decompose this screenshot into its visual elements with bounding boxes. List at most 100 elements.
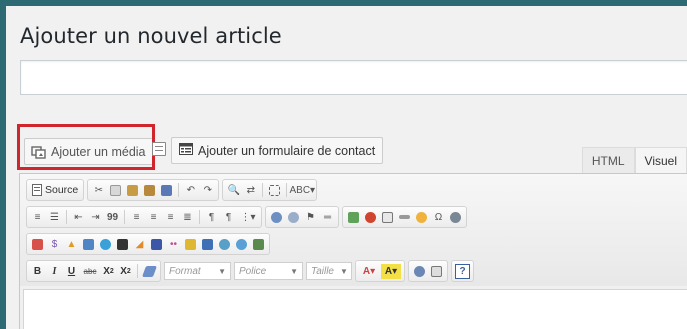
tab-visual[interactable]: Visuel	[634, 147, 687, 173]
superscript-button[interactable]: X2	[118, 264, 133, 279]
smiley-icon[interactable]	[414, 210, 429, 225]
add-media-label: Ajouter un média	[51, 144, 146, 159]
select-all-icon[interactable]	[267, 183, 282, 198]
language-icon[interactable]: ⋮▾	[238, 210, 258, 225]
link-icon[interactable]	[269, 210, 284, 225]
text-color-button[interactable]: A ▾	[359, 264, 379, 279]
chevron-down-icon: ▼	[290, 266, 298, 276]
text-style-group: B I U abc X2 X2	[26, 260, 161, 282]
editor-tabs: HTML Visuel	[581, 147, 687, 173]
anchor-icon[interactable]: ⚑	[303, 210, 318, 225]
form-small-icon[interactable]	[152, 142, 166, 156]
superscript-x: X	[120, 265, 127, 277]
indent-icon[interactable]: ⇥	[88, 210, 103, 225]
align-right-icon[interactable]: ≡	[163, 210, 178, 225]
cut-icon[interactable]: ✂	[91, 183, 106, 198]
plugin-icon-7[interactable]: ◢	[132, 237, 147, 252]
underline-button[interactable]: U	[64, 264, 79, 279]
rich-text-editor: Source ✂ ↶ ↷ 🔍 ⇄ ABC▾ ≡ ☰ ⇤ ⇥ 99 ≡ ≡ ≡ ≣…	[19, 173, 687, 329]
source-group: Source	[26, 179, 85, 201]
bg-color-button[interactable]: A ▾	[381, 263, 401, 279]
tab-html[interactable]: HTML	[581, 147, 635, 173]
subscript-button[interactable]: X2	[101, 264, 116, 279]
spellcheck-icon[interactable]: ABC▾	[289, 183, 315, 198]
font-select[interactable]: Police ▼	[234, 262, 303, 280]
horizontal-rule-icon[interactable]: ═	[320, 210, 335, 225]
align-center-icon[interactable]: ≡	[146, 210, 161, 225]
separator	[286, 183, 288, 197]
plugin-icon-4[interactable]	[81, 237, 96, 252]
replace-icon[interactable]: ⇄	[243, 183, 258, 198]
plugin-icon-11[interactable]	[200, 237, 215, 252]
insert-group: Ω	[342, 206, 467, 228]
plugin-icon-14[interactable]	[251, 237, 266, 252]
table-icon[interactable]	[380, 210, 395, 225]
plugin-icon-2[interactable]: $	[47, 237, 62, 252]
add-contact-form-button[interactable]: Ajouter un formulaire de contact	[171, 137, 384, 164]
link-group: ⚑ ═	[265, 206, 339, 228]
rtl-icon[interactable]: ¶	[221, 210, 236, 225]
editor-toolbar: Source ✂ ↶ ↷ 🔍 ⇄ ABC▾ ≡ ☰ ⇤ ⇥ 99 ≡ ≡ ≡ ≣…	[20, 174, 687, 286]
plugin-icon-13[interactable]	[234, 237, 249, 252]
separator	[66, 210, 67, 224]
source-icon	[32, 184, 42, 196]
editor-content-area[interactable]	[23, 289, 687, 329]
special-char-icon[interactable]: Ω	[431, 210, 446, 225]
find-icon[interactable]: 🔍	[226, 183, 241, 198]
paragraph-group: ≡ ☰ ⇤ ⇥ 99 ≡ ≡ ≡ ≣ ¶ ¶ ⋮▾	[26, 206, 262, 228]
remove-format-icon[interactable]	[141, 264, 158, 279]
form-icon	[179, 143, 193, 158]
strikethrough-button[interactable]: abc	[81, 264, 99, 279]
plugin-icon-12[interactable]	[217, 237, 232, 252]
outdent-icon[interactable]: ⇤	[71, 210, 86, 225]
plugin-icon-9[interactable]: ••	[166, 237, 181, 252]
media-icon	[31, 145, 47, 159]
flash-icon[interactable]	[363, 210, 378, 225]
numbered-list-icon[interactable]: ≡	[30, 210, 45, 225]
copy-icon[interactable]	[108, 183, 123, 198]
add-media-button[interactable]: Ajouter un média	[24, 138, 155, 165]
plugin-icon-6[interactable]	[115, 237, 130, 252]
align-left-icon[interactable]: ≡	[129, 210, 144, 225]
page-break-icon[interactable]	[448, 210, 463, 225]
help-group: ?	[451, 260, 474, 282]
source-button[interactable]: Source	[30, 184, 80, 196]
size-select[interactable]: Taille ▼	[306, 262, 352, 280]
toolbar-row-4: B I U abc X2 X2 Format ▼ Police ▼ Taille ▼	[26, 259, 687, 283]
bold-button[interactable]: B	[30, 264, 45, 279]
plugins-group: $ ▲ ◢ ••	[26, 233, 270, 255]
blockquote-icon[interactable]: 99	[105, 210, 120, 225]
redo-icon[interactable]: ↷	[200, 183, 215, 198]
bullet-list-icon[interactable]: ☰	[47, 210, 62, 225]
chevron-down-icon: ▼	[339, 266, 348, 276]
plugin-icon-10[interactable]	[183, 237, 198, 252]
subscript-digit: 2	[109, 267, 114, 275]
format-select[interactable]: Format ▼	[164, 262, 231, 280]
undo-icon[interactable]: ↶	[183, 183, 198, 198]
paste-icon[interactable]	[125, 183, 140, 198]
plugin-icon-8[interactable]	[149, 237, 164, 252]
help-button[interactable]: ?	[455, 263, 470, 279]
size-select-label: Taille	[311, 265, 334, 277]
text-color-label: A	[362, 265, 371, 277]
format-select-label: Format	[169, 265, 201, 277]
image-icon[interactable]	[346, 210, 361, 225]
separator	[262, 183, 264, 197]
plugin-icon-1[interactable]	[30, 237, 45, 252]
find-group: 🔍 ⇄ ABC▾	[222, 179, 318, 201]
justify-icon[interactable]: ≣	[180, 210, 195, 225]
ltr-icon[interactable]: ¶	[204, 210, 219, 225]
title-input[interactable]	[20, 60, 687, 95]
unlink-icon[interactable]	[286, 210, 301, 225]
paste-text-icon[interactable]	[142, 183, 157, 198]
paste-word-icon[interactable]	[159, 183, 174, 198]
plugin-icon-5[interactable]	[98, 237, 113, 252]
plugin-icon-3[interactable]: ▲	[64, 237, 79, 252]
hr-insert-icon[interactable]	[397, 210, 412, 225]
show-blocks-icon[interactable]	[429, 264, 444, 279]
page-title: Ajouter un nouvel article	[20, 24, 282, 48]
toolbar-row-1: Source ✂ ↶ ↷ 🔍 ⇄ ABC▾	[26, 178, 687, 202]
italic-button[interactable]: I	[47, 264, 62, 279]
tools-group	[408, 260, 448, 282]
maximize-icon[interactable]	[412, 264, 427, 279]
